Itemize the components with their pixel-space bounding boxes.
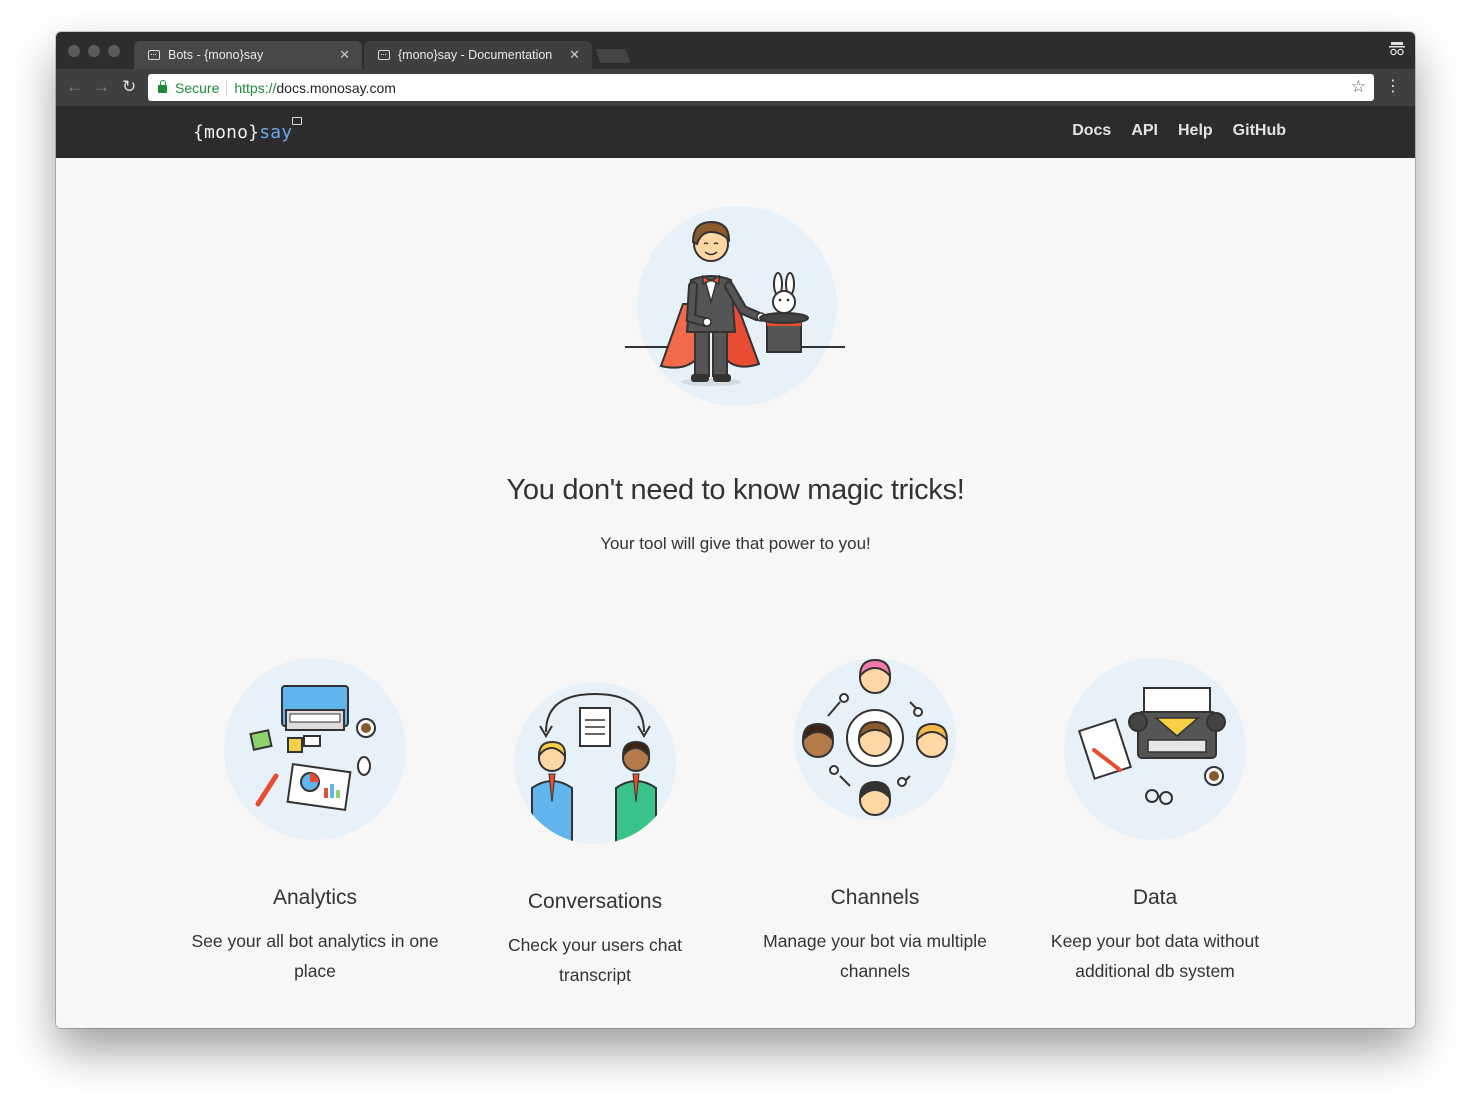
nav-github[interactable]: GitHub	[1233, 122, 1286, 140]
lock-icon	[158, 80, 167, 93]
feature-description-line: Manage your bot via multiple	[763, 931, 987, 951]
feature-analytics: Analytics See your all bot analytics in …	[175, 658, 455, 986]
logo-mono: {mono}	[193, 122, 260, 143]
bookmark-star-icon[interactable]: ☆	[1351, 77, 1366, 97]
feature-description-line: place	[294, 961, 336, 981]
site-header: {mono}say Docs API Help GitHub	[56, 106, 1415, 158]
feature-description: Keep your bot data without additional db…	[1015, 926, 1295, 986]
feature-conversations: Conversations Check your users chat tran…	[455, 658, 735, 990]
page-content: You don't need to know magic tricks! You…	[56, 158, 1415, 1028]
tab-documentation[interactable]: {mono}say - Documentation ✕	[364, 41, 592, 69]
close-tab-icon[interactable]: ✕	[569, 47, 580, 63]
data-illustration	[1064, 658, 1246, 840]
new-tab-button[interactable]	[595, 49, 631, 63]
feature-description-line: Keep your bot data without	[1050, 931, 1260, 951]
chat-bubble-icon	[378, 50, 390, 60]
logo-say: say	[259, 122, 293, 143]
tab-title: {mono}say - Documentation	[398, 48, 553, 62]
tab-strip: Bots - {mono}say ✕ {mono}say - Documenta…	[56, 32, 1415, 69]
feature-description-line: additional db system	[1075, 961, 1235, 981]
chat-bubble-icon	[148, 50, 160, 60]
feature-description: Check your users chat transcript	[455, 930, 735, 990]
feature-title: Analytics	[272, 886, 358, 909]
feature-description-line: See your all bot analytics in one	[191, 931, 439, 951]
close-tab-icon[interactable]: ✕	[339, 47, 350, 63]
magician-illustration	[625, 206, 845, 406]
feature-title: Channels	[830, 886, 920, 909]
feature-data: Data Keep your bot data without addition…	[1015, 658, 1295, 986]
zoom-window-button[interactable]	[108, 45, 120, 57]
nav-api[interactable]: API	[1131, 122, 1158, 140]
feature-description-line: Check your users chat	[507, 935, 683, 955]
conversations-illustration	[514, 682, 676, 844]
analytics-illustration	[224, 658, 406, 840]
feature-description: Manage your bot via multiple channels	[735, 926, 1015, 986]
main-nav: Docs API Help GitHub	[1072, 122, 1286, 140]
nav-docs[interactable]: Docs	[1072, 122, 1111, 140]
back-arrow-icon[interactable]: ←	[66, 77, 83, 97]
feature-title: Conversations	[527, 890, 663, 913]
incognito-icon	[1389, 42, 1405, 59]
close-window-button[interactable]	[68, 45, 80, 57]
nav-help[interactable]: Help	[1178, 122, 1213, 140]
feature-title: Data	[1132, 886, 1178, 909]
tab-title: Bots - {mono}say	[168, 48, 264, 62]
minimize-window-button[interactable]	[88, 45, 100, 57]
feature-description-line: channels	[839, 961, 911, 981]
feature-channels: Channels Manage your bot via multiple ch…	[735, 658, 1015, 986]
browser-window: Bots - {mono}say ✕ {mono}say - Documenta…	[56, 32, 1415, 1028]
url-scheme: https://	[234, 79, 277, 96]
secure-label: Secure	[175, 79, 220, 96]
divider	[226, 79, 228, 96]
feature-description-line: transcript	[559, 965, 631, 985]
feature-description: See your all bot analytics in one place	[175, 926, 455, 986]
browser-menu-icon[interactable]: ⋮	[1385, 77, 1401, 97]
hero-subtitle: Your tool will give that power to you!	[600, 534, 871, 553]
forward-arrow-icon[interactable]: →	[93, 77, 110, 97]
address-bar[interactable]: Secure https:// docs.monosay.com ☆	[148, 74, 1374, 101]
site-logo[interactable]: {mono}say	[193, 117, 303, 143]
tab-bots[interactable]: Bots - {mono}say ✕	[134, 41, 362, 69]
reload-icon[interactable]: ↻	[122, 77, 136, 97]
logo-bubble-icon	[292, 117, 303, 125]
url-host: docs.monosay.com	[276, 79, 396, 96]
channels-illustration	[794, 658, 956, 820]
hero-title: You don't need to know magic tricks!	[506, 474, 965, 506]
browser-toolbar: ← → ↻ Secure https:// docs.monosay.com ☆…	[56, 69, 1415, 106]
